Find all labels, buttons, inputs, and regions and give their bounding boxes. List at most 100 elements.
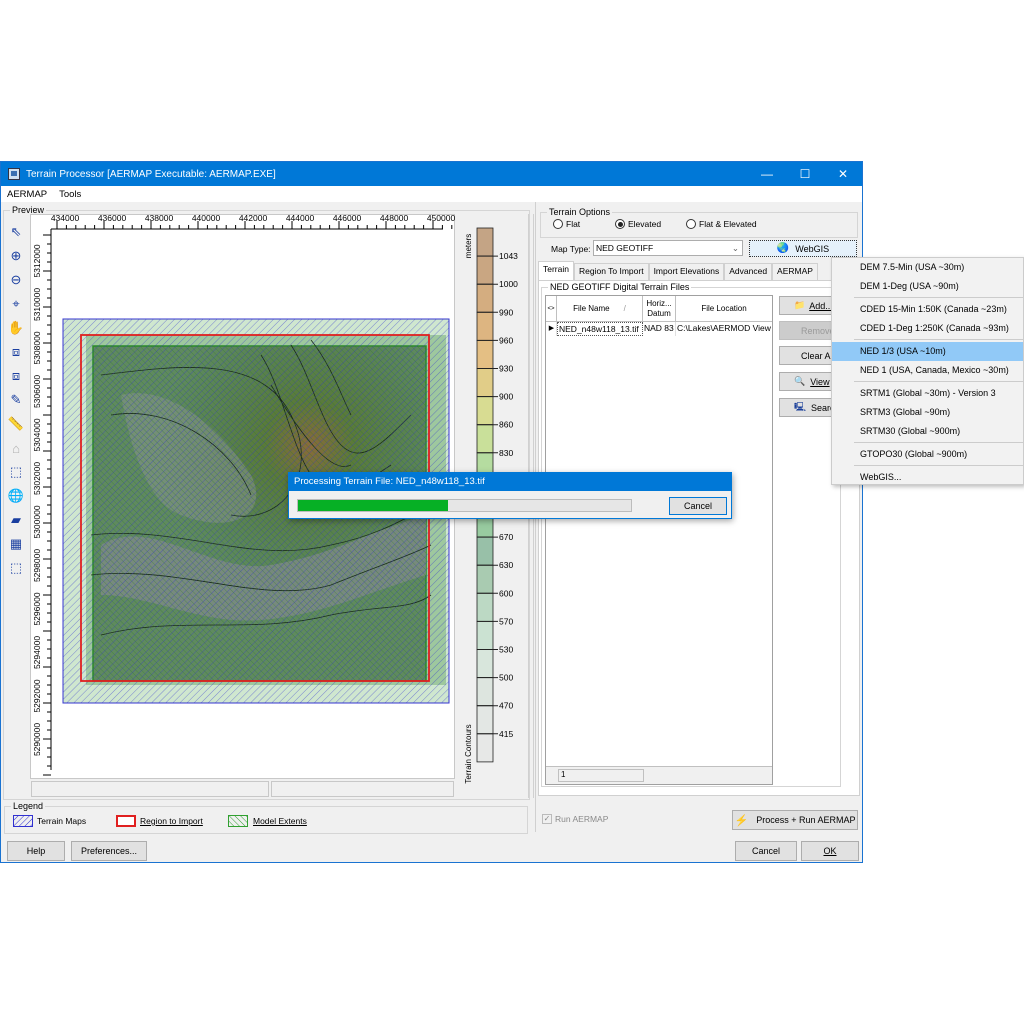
colorbar-title: Terrain Contours	[464, 724, 473, 783]
webgis-button[interactable]: 🌏 WebGIS	[749, 240, 857, 257]
menu-aermap[interactable]: AERMAP	[1, 189, 53, 200]
map-type-value: NED GEOTIFF	[596, 243, 654, 253]
menu-item[interactable]: NED 1 (USA, Canada, Mexico ~30m)	[832, 361, 1023, 380]
magnifier-icon: 🔍	[794, 376, 806, 386]
colorbar-level-label: 960	[499, 335, 513, 345]
menu-tools[interactable]: Tools	[53, 189, 87, 200]
title-bar[interactable]: Terrain Processor [AERMAP Executable: AE…	[1, 162, 862, 186]
x-tick-label: 442000	[239, 215, 268, 223]
zoom-in-icon[interactable]: ⊕	[5, 244, 27, 268]
x-tick-label: 436000	[98, 215, 127, 223]
x-tick-label: 448000	[380, 215, 409, 223]
x-tick-label: 434000	[51, 215, 80, 223]
colorbar-level-label: 990	[499, 307, 513, 317]
colorbar-segment	[476, 705, 494, 735]
menu-item[interactable]: CDED 15-Min 1:50K (Canada ~23m)	[832, 300, 1023, 319]
table-row[interactable]: ▶ NED_n48w118_13.tif NAD 83 C:\Lakes\AER…	[546, 322, 772, 336]
tab-terrain[interactable]: Terrain	[538, 261, 574, 280]
legend-region-to-import-link[interactable]: Region to Import	[140, 816, 203, 826]
menu-item[interactable]: SRTM30 (Global ~900m)	[832, 422, 1023, 441]
center-crosshair-icon[interactable]: ⌖	[5, 292, 27, 316]
header-selector[interactable]: <>	[546, 296, 557, 321]
menu-item[interactable]: CDED 1-Deg 1:250K (Canada ~93m)	[832, 319, 1023, 338]
legend-terrain-maps: Terrain Maps	[37, 816, 87, 826]
tab-import-elevations[interactable]: Import Elevations	[648, 263, 725, 280]
select-arrow-icon[interactable]: ⇖	[5, 220, 27, 244]
help-button[interactable]: Help	[7, 841, 65, 861]
radio-label: Elevated	[628, 219, 662, 229]
header-file-name[interactable]: File Name /	[557, 296, 643, 321]
cell-location[interactable]: C:\Lakes\AERMOD View	[676, 322, 772, 336]
run-aermap-checkbox[interactable]: ✓ Run AERMAP	[542, 814, 608, 824]
legend-label: Legend	[11, 801, 46, 811]
remove-button[interactable]: Remove	[779, 321, 839, 340]
ok-button[interactable]: OK	[801, 841, 859, 861]
model-extents-swatch-icon	[228, 815, 248, 827]
menu-item[interactable]: DEM 7.5-Min (USA ~30m)	[832, 258, 1023, 277]
process-run-aermap-button[interactable]: ⚡ Process + Run AERMAP	[732, 810, 858, 830]
menu-item[interactable]: NED 1/3 (USA ~10m)	[832, 342, 1023, 361]
menu-item[interactable]: SRTM1 (Global ~30m) - Version 3	[832, 384, 1023, 403]
menu-item[interactable]: DEM 1-Deg (USA ~90m)	[832, 277, 1023, 296]
x-tick-label: 450000	[427, 215, 456, 223]
tab-region-to-import[interactable]: Region To Import	[573, 263, 649, 280]
header-horiz-datum[interactable]: Horiz... Datum	[643, 296, 676, 321]
colorbar-level-label: 860	[499, 420, 513, 430]
colorbar-segment	[476, 396, 494, 426]
maximize-button[interactable]: ☐	[786, 162, 824, 186]
colorbar-level-label: 930	[499, 364, 513, 374]
menu-separator	[854, 339, 1023, 340]
colorbar-segment	[476, 536, 494, 566]
radio-elevated[interactable]: Elevated	[615, 219, 661, 229]
building-icon[interactable]: ⌂	[5, 436, 27, 460]
tab-aermap[interactable]: AERMAP	[772, 263, 818, 280]
progress-bar-fill	[298, 500, 448, 511]
cancel-button[interactable]: Cancel	[735, 841, 797, 861]
search-button[interactable]: 🖳 Search	[779, 398, 839, 417]
processing-cancel-button[interactable]: Cancel	[669, 497, 727, 515]
cell-file-name[interactable]: NED_n48w118_13.tif	[557, 322, 643, 336]
y-tick-label: 5308000	[32, 331, 42, 364]
zoom-fit-icon[interactable]: ⧈	[5, 364, 27, 388]
clear-all-button[interactable]: Clear All	[779, 346, 839, 365]
legend-model-extents-link[interactable]: Model Extents	[253, 816, 307, 826]
colorbar-level-label: 570	[499, 616, 513, 626]
sort-icon: /	[623, 303, 626, 313]
header-file-location[interactable]: File Location	[676, 296, 772, 321]
view-button[interactable]: 🔍 View	[779, 372, 839, 391]
globe-icon[interactable]: 🌐	[5, 484, 27, 508]
zoom-out-icon[interactable]: ⊖	[5, 268, 27, 292]
x-tick-label: 438000	[145, 215, 174, 223]
layer-map-icon[interactable]: ▰	[5, 508, 27, 532]
radio-flat[interactable]: Flat	[553, 219, 580, 229]
tab-advanced[interactable]: Advanced	[724, 263, 773, 280]
eraser-icon[interactable]: ✎	[5, 388, 27, 412]
colorbar-level-label: 1043	[499, 251, 518, 261]
view-label: View	[810, 376, 830, 387]
radio-flat-elevated[interactable]: Flat & Elevated	[686, 219, 757, 229]
y-tick-label: 5296000	[32, 592, 42, 625]
menu-item[interactable]: GTOPO30 (Global ~900m)	[832, 445, 1023, 464]
colorbar-level-label: 630	[499, 560, 513, 570]
add-button[interactable]: 📁 Add...	[779, 296, 839, 315]
preferences-button[interactable]: Preferences...	[71, 841, 147, 861]
cell-datum[interactable]: NAD 83	[643, 322, 676, 336]
terrain-files-grid: <> File Name / Horiz... Datum File Locati…	[545, 295, 773, 785]
y-tick-label: 5304000	[32, 418, 42, 451]
minimize-button[interactable]: —	[748, 162, 786, 186]
menu-item[interactable]: SRTM3 (Global ~90m)	[832, 403, 1023, 422]
export-region-icon[interactable]: ⬚	[5, 556, 27, 580]
webgis-globe-icon: 🌏	[776, 243, 790, 254]
menu-item[interactable]: WebGIS...	[832, 468, 1023, 487]
status-pane-2	[271, 781, 454, 797]
pan-hand-icon[interactable]: ✋	[5, 316, 27, 340]
zoom-extents-icon[interactable]: ⧈	[5, 340, 27, 364]
window-title: Terrain Processor [AERMAP Executable: AE…	[26, 168, 276, 180]
region-select-icon[interactable]: ⬚	[5, 460, 27, 484]
checkbox-icon: ✓	[542, 814, 552, 824]
close-button[interactable]: ✕	[824, 162, 862, 186]
ruler-icon[interactable]: 📏	[5, 412, 27, 436]
color-grid-icon[interactable]: ▦	[5, 532, 27, 556]
colorbar-level-label: 500	[499, 673, 513, 683]
map-type-select[interactable]: NED GEOTIFF ⌄	[593, 240, 743, 256]
